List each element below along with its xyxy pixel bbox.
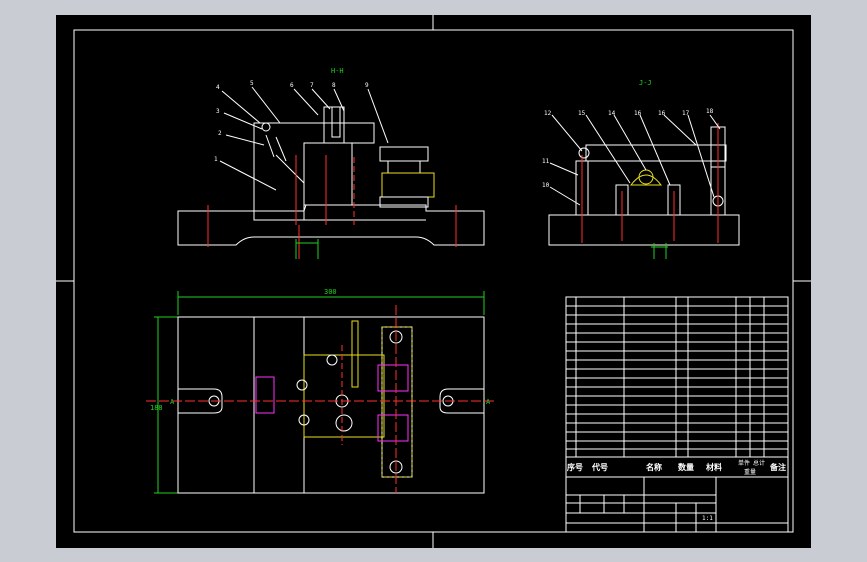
section-marker-a-right: A xyxy=(486,398,491,406)
col-name: 名称 xyxy=(646,462,662,472)
overall-dimension: 300 xyxy=(324,288,337,296)
right-section-label: J-J xyxy=(639,79,652,87)
right-section-view xyxy=(548,123,740,259)
balloon-9: 9 xyxy=(365,82,369,89)
cad-drawing: H-H 4 5 6 7 8 9 3 2 1 J-J 12 15 14 16 16… xyxy=(56,15,811,548)
balloon-15: 15 xyxy=(578,110,586,117)
balloon-4: 4 xyxy=(216,84,220,91)
col-weight-total: 总计 xyxy=(753,459,765,467)
right-balloons: 12 15 14 16 16 17 18 11 10 xyxy=(542,108,714,189)
col-remark: 备注 xyxy=(769,462,786,472)
balloon-11: 11 xyxy=(542,158,550,165)
side-dimension: 188 xyxy=(150,404,163,412)
scale-value: 1:1 xyxy=(702,515,713,522)
left-balloons: 4 5 6 7 8 9 3 2 1 xyxy=(214,80,369,163)
balloon-10: 10 xyxy=(542,182,550,189)
left-section-view xyxy=(177,106,485,259)
balloon-3: 3 xyxy=(216,108,220,115)
balloon-14: 14 xyxy=(608,110,616,117)
section-marker-a-left: A xyxy=(170,398,175,406)
balloon-17: 17 xyxy=(682,110,690,117)
col-weight: 重量 xyxy=(744,468,756,476)
drawing-sheet: H-H 4 5 6 7 8 9 3 2 1 J-J 12 15 14 16 16… xyxy=(56,15,811,548)
balloon-16a: 16 xyxy=(634,110,642,117)
parts-list xyxy=(565,296,789,458)
balloon-16b: 16 xyxy=(658,110,666,117)
col-qty: 数量 xyxy=(678,462,694,472)
parts-list-header: 序号 代号 名称 数量 材料 单件 总计 重量 备注 xyxy=(567,459,786,476)
balloon-8: 8 xyxy=(332,82,336,89)
balloon-2: 2 xyxy=(218,130,222,137)
col-seq: 序号 xyxy=(567,462,583,472)
balloon-1: 1 xyxy=(214,156,218,163)
col-code: 代号 xyxy=(591,462,608,472)
balloon-5: 5 xyxy=(250,80,254,87)
col-material: 材料 xyxy=(706,462,722,472)
balloon-6: 6 xyxy=(290,82,294,89)
col-weight-single: 单件 xyxy=(738,459,750,467)
balloon-12: 12 xyxy=(544,110,552,117)
balloon-7: 7 xyxy=(310,82,314,89)
left-section-label: H-H xyxy=(331,67,344,75)
plan-view: 300 188 A A xyxy=(146,288,496,494)
balloon-18: 18 xyxy=(706,108,714,115)
